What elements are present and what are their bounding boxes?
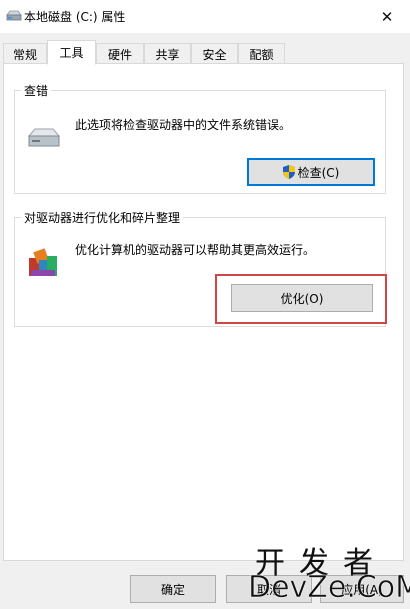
check-button-label: 检查(C): [297, 165, 340, 180]
close-button[interactable]: ✕: [364, 0, 410, 33]
tab-sharing[interactable]: 共享: [144, 43, 191, 64]
error-check-group: 查错 此选项将检查驱动器中的文件系统错误。 检查(C): [14, 82, 386, 194]
tab-label: 硬件: [107, 47, 132, 62]
tab-tools[interactable]: 工具: [47, 40, 96, 65]
tab-label: 安全: [202, 47, 227, 62]
tab-label: 常规: [12, 47, 37, 62]
tab-hardware[interactable]: 硬件: [96, 43, 144, 64]
window-title: 本地磁盘 (C:) 属性: [24, 10, 126, 24]
close-icon: ✕: [380, 7, 394, 26]
watermark-site: DevZe.CoM: [248, 570, 410, 606]
drive-icon: [27, 128, 61, 147]
tab-quota[interactable]: 配额: [238, 43, 285, 64]
tab-label: 配额: [249, 47, 274, 62]
tools-panel: 查错 此选项将检查驱动器中的文件系统错误。 检查(C) 对驱动器进行优化和碎片整…: [3, 63, 404, 561]
optimize-description: 优化计算机的驱动器可以帮助其更高效运行。: [75, 243, 316, 257]
error-check-description: 此选项将检查驱动器中的文件系统错误。: [75, 118, 292, 132]
ok-button[interactable]: 确定: [130, 575, 216, 603]
optimize-group: 对驱动器进行优化和碎片整理 优化计算机的驱动器可以帮助其更高效运行。 优化(O): [14, 209, 387, 327]
red-highlight-box: [215, 274, 387, 324]
defrag-icon: [29, 248, 57, 276]
ok-button-label: 确定: [160, 582, 185, 597]
tab-label: 共享: [155, 47, 180, 62]
tab-strip: 常规 工具 硬件 共享 安全 配额: [0, 40, 410, 65]
tab-label: 工具: [59, 46, 84, 60]
tab-general[interactable]: 常规: [3, 43, 47, 64]
error-check-legend: 查错: [21, 82, 52, 99]
drive-icon: [6, 10, 22, 21]
check-button[interactable]: 检查(C): [247, 158, 375, 186]
optimize-legend: 对驱动器进行优化和碎片整理: [21, 209, 184, 226]
title-bar: 本地磁盘 (C:) 属性 ✕: [0, 0, 410, 33]
tab-security[interactable]: 安全: [191, 43, 238, 64]
shield-icon: [282, 165, 295, 179]
